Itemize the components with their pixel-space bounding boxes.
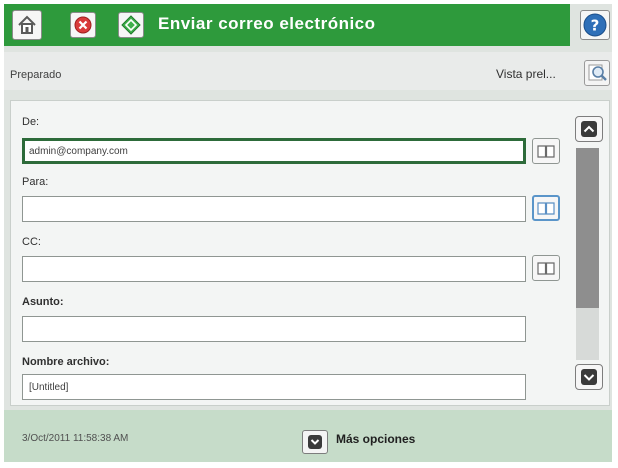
chevron-up-icon — [581, 121, 597, 137]
start-icon — [121, 15, 141, 35]
to-field[interactable] — [22, 196, 526, 222]
filename-label: Nombre archivo: — [22, 356, 110, 368]
subject-field[interactable] — [22, 316, 526, 342]
home-icon — [18, 15, 36, 34]
scroll-down-button[interactable] — [575, 364, 603, 390]
address-book-icon — [537, 262, 555, 275]
home-button[interactable] — [12, 10, 42, 40]
stop-button[interactable] — [70, 12, 96, 38]
cc-label: CC: — [22, 236, 41, 248]
preview-label[interactable]: Vista prel... — [496, 67, 556, 81]
subject-label: Asunto: — [22, 296, 64, 308]
filename-field[interactable]: [Untitled] — [22, 374, 526, 400]
from-label: De: — [22, 116, 40, 128]
help-icon: ? — [583, 13, 607, 37]
cc-address-book-button[interactable] — [532, 255, 560, 281]
to-label: Para: — [22, 176, 49, 188]
address-book-icon — [537, 145, 555, 158]
more-options-label[interactable]: Más opciones — [336, 432, 415, 446]
status-text: Preparado — [10, 69, 62, 81]
chevron-down-icon — [308, 435, 322, 449]
from-address-book-button[interactable] — [532, 138, 560, 164]
to-address-book-button[interactable] — [532, 195, 560, 221]
magnifier-icon — [588, 64, 607, 81]
more-options-button[interactable] — [302, 430, 328, 454]
start-button[interactable] — [118, 12, 144, 38]
address-book-icon — [537, 202, 555, 215]
svg-text:?: ? — [591, 17, 600, 35]
page-title: Enviar correo electrónico — [158, 14, 376, 33]
scrollbar-thumb[interactable] — [576, 148, 599, 308]
help-button[interactable]: ? — [580, 10, 610, 40]
stop-icon — [74, 16, 92, 34]
scrollbar-track[interactable] — [576, 308, 599, 360]
from-field[interactable]: admin@company.com — [22, 138, 526, 164]
cc-field[interactable] — [22, 256, 526, 282]
preview-button[interactable] — [584, 60, 610, 86]
scroll-up-button[interactable] — [575, 116, 603, 142]
chevron-down-icon — [581, 369, 597, 385]
timestamp: 3/Oct/2011 11:58:38 AM — [22, 433, 129, 444]
